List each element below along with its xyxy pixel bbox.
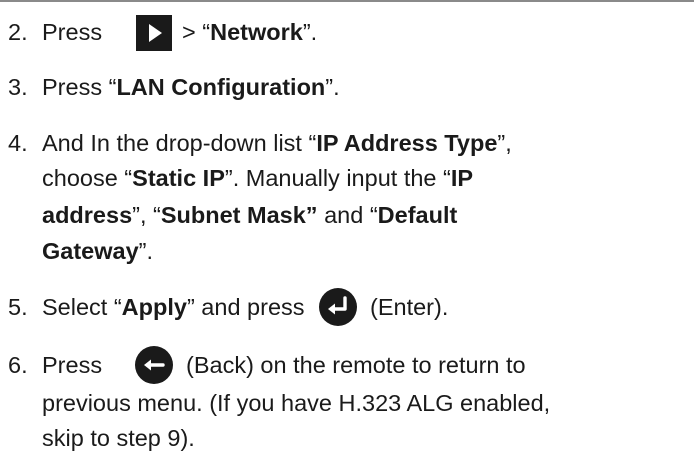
lan-configuration-label: LAN Configuration (116, 74, 326, 100)
address-label: address (42, 202, 133, 228)
top-divider (0, 0, 694, 2)
step-6-line-3: skip to step 9). (42, 425, 195, 451)
play-icon (136, 15, 172, 51)
ip-address-type-label: IP Address Type (316, 130, 498, 156)
subnet-mask-label: Subnet Mask” (160, 202, 318, 228)
default-label: Default (377, 202, 458, 228)
enter-icon (319, 288, 357, 326)
step-number: 4. (8, 130, 28, 156)
step-3: 3. Press “LAN Configuration”. (0, 74, 694, 114)
step-number: 5. (8, 294, 28, 320)
back-arrow-icon (135, 346, 173, 384)
step-4-line-1: And In the drop-down list “IP Address Ty… (42, 130, 512, 156)
step-6-back-text: (Back) on the remote to return to (186, 352, 526, 378)
step-5: 5. Select “Apply” and press (Enter). (0, 288, 694, 338)
step-4-line-3: address”, “Subnet Mask” and “Default (42, 202, 458, 228)
apply-label: Apply (121, 294, 187, 320)
step-3-line: Press “LAN Configuration”. (42, 74, 340, 100)
step-number: 2. (8, 19, 28, 45)
step-2: 2. Press > “Network”. (0, 15, 694, 59)
step-4-line-4: Gateway”. (42, 238, 154, 264)
step-2-prefix: Press (42, 19, 103, 45)
step-4-line-2: choose “Static IP”. Manually input the “… (42, 165, 474, 191)
step-5-line: Select “Apply” and press (42, 294, 305, 320)
step-6-prefix: Press (42, 352, 103, 378)
step-4: 4. And In the drop-down list “IP Address… (0, 130, 694, 280)
static-ip-label: Static IP (132, 165, 225, 191)
step-6: 6. Press (Back) on the remote to return … (0, 346, 694, 470)
ip-label: IP (450, 165, 474, 191)
step-number: 3. (8, 74, 28, 100)
gateway-label: Gateway (42, 238, 139, 264)
step-6-line-2: previous menu. (If you have H.323 ALG en… (42, 390, 551, 416)
step-number: 6. (8, 352, 28, 378)
network-label: Network (210, 19, 303, 45)
step-2-rest: > “Network”. (182, 19, 318, 45)
step-5-enter-text: (Enter). (370, 294, 449, 320)
